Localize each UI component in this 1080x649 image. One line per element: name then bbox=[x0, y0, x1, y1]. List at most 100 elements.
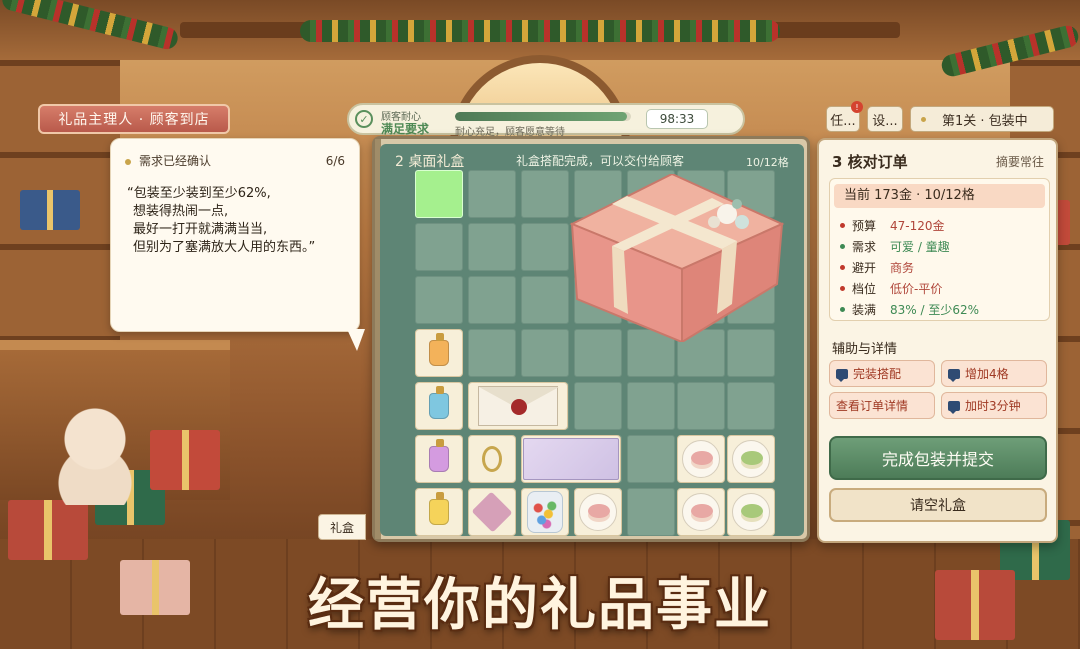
grid-cell[interactable] bbox=[677, 382, 725, 430]
order-summary-card: 当前 173金 · 10/12格 预算 47-120金需求 可爱 / 童趣 避开 商务档… bbox=[829, 178, 1050, 321]
bullet-icon bbox=[840, 264, 845, 270]
item-slot-wide[interactable] bbox=[468, 382, 568, 430]
quote-line: 最好一打开就满满当当, bbox=[133, 222, 268, 237]
chat-icon bbox=[948, 368, 960, 382]
current-gold-slots: 当前 173金 · 10/12格 bbox=[834, 184, 1045, 208]
item-slot[interactable] bbox=[677, 435, 725, 483]
role-tag: 礼品主理人 · 顾客到店 bbox=[38, 104, 230, 134]
level-indicator: 第1关 · 包装中 bbox=[910, 106, 1054, 132]
plush-bunny bbox=[55, 395, 135, 505]
order-requirement-row: 装满 83% / 至少62% bbox=[840, 301, 979, 317]
add-slots-button[interactable]: 增加4格 bbox=[941, 360, 1047, 387]
macaron-plate-icon bbox=[682, 440, 720, 478]
requirement-key: 避开 bbox=[852, 260, 877, 275]
order-details-button[interactable]: 查看订单详情 bbox=[829, 392, 935, 419]
grid-cell[interactable] bbox=[415, 223, 463, 271]
assist-section-title: 辅助与详情 bbox=[832, 342, 898, 357]
chat-icon bbox=[948, 400, 960, 414]
perfume-bottle-blue-icon bbox=[429, 386, 449, 419]
perfume-bottle-yellow-icon bbox=[429, 492, 449, 525]
quote-line: 但别为了塞满放大人用的东西。” bbox=[133, 240, 316, 255]
quote-line: 想装得热闹一点, bbox=[133, 204, 229, 219]
pink-pouch-icon bbox=[471, 491, 513, 533]
requirement-status: 满足要求 bbox=[381, 122, 430, 136]
item-slot[interactable] bbox=[415, 382, 463, 430]
summary-link[interactable]: 摘要常往 bbox=[996, 153, 1044, 170]
item-slot-wide[interactable] bbox=[521, 435, 621, 483]
grid-cell[interactable] bbox=[468, 329, 516, 377]
requirement-key: 装满 bbox=[852, 302, 877, 317]
grid-cell[interactable] bbox=[627, 488, 675, 536]
requirement-key: 预算 bbox=[852, 218, 877, 233]
order-panel: 3 核对订单 摘要常往 当前 173金 · 10/12格 预算 47-120金 需求… bbox=[817, 138, 1058, 543]
requirement-value: 83% / 至少62% bbox=[890, 302, 980, 317]
gift-decoration bbox=[8, 500, 88, 560]
matcha-cake-plate-icon bbox=[732, 493, 770, 531]
item-slot[interactable] bbox=[415, 488, 463, 536]
customer-quote: “包装至少装到至少62%, 想装得热闹一点, 最好一打开就满满当当, 但别为了塞… bbox=[111, 169, 359, 257]
bullet-icon bbox=[840, 243, 845, 249]
customer-status-bar: ✓ 顾客耐心 满足要求 耐心充足，顾客愿意等待 98:33 bbox=[347, 103, 745, 138]
order-requirement-row: 需求 可爱 / 童趣 bbox=[840, 238, 950, 254]
grid-cell[interactable] bbox=[727, 382, 775, 430]
matcha-cake-plate-icon bbox=[732, 440, 770, 478]
item-slot[interactable] bbox=[521, 488, 569, 536]
chat-icon bbox=[836, 368, 848, 382]
item-slot[interactable] bbox=[574, 488, 622, 536]
cake-plate-icon bbox=[579, 493, 617, 531]
grid-cell-selected[interactable] bbox=[415, 170, 463, 218]
timer: 98:33 bbox=[646, 109, 708, 129]
item-slot[interactable] bbox=[677, 488, 725, 536]
order-requirement-row: 档位 低价-平价 bbox=[840, 280, 942, 296]
grid-cell[interactable] bbox=[468, 223, 516, 271]
bullet-icon bbox=[840, 285, 845, 291]
customer-speech-bubble: 需求已经确认 6/6 “包装至少装到至少62%, 想装得热闹一点, 最好一打开就… bbox=[110, 138, 360, 332]
item-slot[interactable] bbox=[415, 329, 463, 377]
gift-box-tab[interactable]: 礼盒 bbox=[318, 514, 366, 540]
candy-jar-icon bbox=[527, 491, 563, 533]
submit-packaging-button[interactable]: 完成包装并提交 bbox=[829, 436, 1047, 480]
check-icon: ✓ bbox=[355, 110, 373, 128]
perfume-bottle-purple-icon bbox=[429, 439, 449, 472]
grid-cell[interactable] bbox=[468, 276, 516, 324]
quote-line: “包装至少装到至少62%, bbox=[127, 186, 271, 201]
perfume-bottle-orange-icon bbox=[429, 333, 449, 366]
board-title: 2 桌面礼盒 bbox=[395, 154, 465, 170]
garland bbox=[300, 20, 780, 42]
level-dot-icon bbox=[921, 116, 926, 122]
grid-cell[interactable] bbox=[574, 382, 622, 430]
promo-slogan: 经营你的礼品事业 bbox=[308, 573, 772, 638]
requirement-value: 47-120金 bbox=[890, 218, 945, 233]
bullet-icon bbox=[840, 306, 845, 312]
task-button-label: 任... bbox=[830, 113, 856, 129]
grid-cell[interactable] bbox=[415, 276, 463, 324]
auto-match-button[interactable]: 完装搭配 bbox=[829, 360, 935, 387]
grid-cell[interactable] bbox=[627, 382, 675, 430]
grid-cell[interactable] bbox=[468, 170, 516, 218]
item-slot[interactable] bbox=[415, 435, 463, 483]
requirement-key: 需求 bbox=[852, 239, 877, 254]
clear-box-button[interactable]: 请空礼盒 bbox=[829, 488, 1047, 522]
request-progress: 6/6 bbox=[325, 153, 345, 168]
notification-badge: ! bbox=[851, 101, 863, 113]
order-requirement-row: 预算 47-120金 bbox=[840, 217, 945, 233]
keychain-icon bbox=[482, 446, 502, 472]
order-requirement-row: 避开 商务 bbox=[840, 259, 914, 275]
item-slot[interactable] bbox=[727, 488, 775, 536]
grid-cell[interactable] bbox=[627, 435, 675, 483]
task-button[interactable]: 任... ! bbox=[826, 101, 863, 132]
board-slot-count: 10/12格 bbox=[746, 156, 789, 169]
item-slot[interactable] bbox=[468, 435, 516, 483]
status-dot-icon bbox=[125, 158, 131, 165]
board-message: 礼盒搭配完成，可以交付给顾客 bbox=[516, 154, 685, 168]
gift-decoration bbox=[150, 430, 220, 490]
settings-button[interactable]: 设... bbox=[867, 106, 903, 132]
stationery-set-icon bbox=[523, 438, 619, 480]
add-time-button[interactable]: 加时3分钟 bbox=[941, 392, 1047, 419]
request-status: 需求已经确认 bbox=[139, 154, 212, 168]
item-slot[interactable] bbox=[727, 435, 775, 483]
sealed-envelope-icon bbox=[478, 386, 559, 426]
gift-decoration bbox=[20, 190, 80, 230]
requirement-value: 低价-平价 bbox=[890, 281, 943, 296]
item-slot[interactable] bbox=[468, 488, 516, 536]
